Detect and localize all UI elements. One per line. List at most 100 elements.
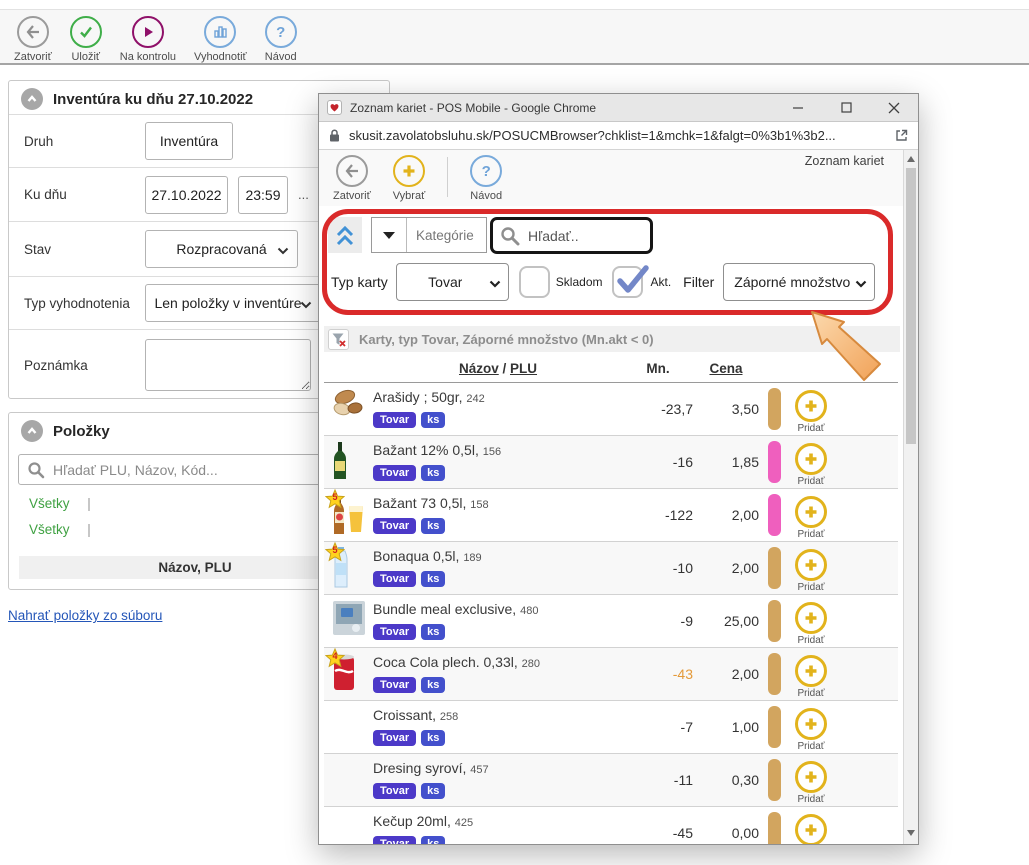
page-title: Inventúra ku dňu 27.10.2022: [53, 91, 253, 108]
plus-icon: [795, 708, 827, 740]
save-button[interactable]: Uložiť: [70, 16, 102, 63]
product-image: [332, 759, 368, 801]
items-panel-title: Položky: [53, 423, 110, 440]
badge-tovar: Tovar: [373, 412, 416, 428]
badge-ks: ks: [421, 571, 445, 587]
card-row: Dresing syroví, 457 Tovarks -11 0,30 Pri…: [324, 754, 898, 807]
stock-level-bar: [768, 547, 781, 589]
date-more-button[interactable]: ...: [298, 187, 309, 202]
address-bar[interactable]: skusit.zavolatobsluhu.sk/POSUCMBrowser?c…: [319, 122, 918, 150]
collapse-filters-button[interactable]: [328, 217, 362, 253]
plus-icon: [795, 549, 827, 581]
open-in-new-icon[interactable]: [895, 129, 908, 142]
card-badges: Tovarks: [373, 412, 623, 428]
url-text: skusit.zavolatobsluhu.sk/POSUCMBrowser?c…: [349, 128, 895, 143]
load-items-from-file-link[interactable]: Nahrať položky zo súboru: [8, 608, 162, 623]
stock-level-bar: [768, 812, 781, 844]
help-button[interactable]: ? Návod: [265, 16, 297, 63]
typ-vyhodnotenia-select[interactable]: Len položky v inventúre: [145, 284, 321, 322]
cards-search-input[interactable]: [526, 227, 630, 245]
search-icon: [27, 461, 45, 479]
button-label: Na kontrolu: [120, 51, 176, 63]
evaluate-button[interactable]: Vyhodnotiť: [194, 16, 247, 63]
collapse-panel-icon[interactable]: [21, 420, 43, 442]
collapse-panel-icon[interactable]: [21, 88, 43, 110]
popup-window-title: Zoznam kariet - POS Mobile - Google Chro…: [350, 101, 774, 115]
add-label: Pridať: [797, 582, 824, 593]
add-card-button[interactable]: Pridať: [781, 542, 841, 594]
add-card-button[interactable]: Pridať: [781, 436, 841, 488]
stock-checkbox[interactable]: [519, 266, 550, 298]
popup-close-button[interactable]: Zatvoriť: [333, 155, 371, 202]
field-label-typ: Typ vyhodnotenia: [24, 296, 145, 311]
quantity-filter-select[interactable]: Záporné množstvo: [723, 263, 875, 301]
add-label: Pridať: [797, 688, 824, 699]
poznamka-textarea[interactable]: [145, 339, 311, 391]
sort-name-link[interactable]: Názov: [459, 361, 499, 376]
stock-label: Skladom: [556, 275, 603, 289]
popup-scrollbar[interactable]: [903, 150, 918, 844]
add-card-button[interactable]: Pridať: [781, 648, 841, 700]
scroll-up-arrow-icon[interactable]: [907, 156, 915, 162]
vsetky-link[interactable]: Všetky: [29, 496, 70, 511]
popup-select-button[interactable]: Vybrať: [393, 155, 425, 202]
badge-ks: ks: [421, 518, 445, 534]
time-input[interactable]: [238, 176, 288, 214]
popup-help-button[interactable]: ? Návod: [470, 155, 502, 202]
search-icon: [500, 226, 520, 246]
app-window: Zatvoriť Uložiť Na kontrolu Vyhodnotiť ?…: [0, 0, 1029, 865]
filter-funnel-icon[interactable]: [328, 329, 349, 350]
card-row: Bažant 12% 0,5l, 156 Tovarks -16 1,85 Pr…: [324, 436, 898, 489]
card-badges: Tovarks: [373, 518, 623, 534]
star-badge: 5: [325, 542, 345, 562]
maximize-button[interactable]: [822, 94, 870, 121]
popup-titlebar[interactable]: Zoznam kariet - POS Mobile - Google Chro…: [319, 94, 918, 122]
badge-ks: ks: [421, 783, 445, 799]
add-label: Pridať: [797, 529, 824, 540]
card-price: 0,00: [693, 825, 759, 841]
scrollbar-thumb[interactable]: [906, 168, 916, 444]
typ-value: Len položky v inventúre: [154, 295, 301, 311]
lock-icon: [329, 129, 340, 142]
card-badges: Tovarks: [373, 783, 623, 799]
category-dropdown[interactable]: Kategórie: [371, 217, 487, 253]
badge-tovar: Tovar: [373, 624, 416, 640]
cards-search-box[interactable]: [490, 217, 653, 254]
druh-input[interactable]: [145, 122, 233, 160]
date-input[interactable]: [145, 176, 228, 214]
dropdown-arrow-icon[interactable]: [372, 232, 406, 239]
stock-level-bar: [768, 706, 781, 748]
stav-select[interactable]: Rozpracovaná: [145, 230, 298, 268]
button-label: Uložiť: [71, 51, 100, 63]
button-label: Vyhodnotiť: [194, 51, 247, 63]
card-quantity: -122: [623, 507, 693, 523]
popup-window: Zoznam kariet - POS Mobile - Google Chro…: [318, 93, 919, 845]
card-price: 3,50: [693, 401, 759, 417]
sort-by-name-header: Názov / PLU: [373, 361, 623, 376]
question-icon: ?: [470, 155, 502, 187]
sort-plu-link[interactable]: PLU: [510, 361, 537, 376]
add-card-button[interactable]: Pridať: [781, 701, 841, 753]
card-row: Kečup 20ml, 425 Tovarks -45 0,00 Pridať: [324, 807, 898, 844]
card-type-select[interactable]: Tovar: [396, 263, 509, 301]
close-window-button[interactable]: [870, 94, 918, 121]
badge-tovar: Tovar: [373, 783, 416, 799]
button-label: Zatvoriť: [14, 51, 52, 63]
vsetky-link[interactable]: Všetky: [29, 522, 70, 537]
card-badges: Tovarks: [373, 836, 623, 844]
to-review-button[interactable]: Na kontrolu: [120, 16, 176, 63]
scroll-down-arrow-icon[interactable]: [907, 830, 915, 836]
active-checkbox[interactable]: [612, 266, 643, 298]
toolbar-divider: [447, 157, 448, 197]
add-card-button[interactable]: Pridať: [781, 595, 841, 647]
button-label: Návod: [470, 190, 502, 202]
close-button[interactable]: Zatvoriť: [14, 16, 52, 63]
badge-tovar: Tovar: [373, 677, 416, 693]
add-card-button[interactable]: Pridať: [781, 383, 841, 435]
add-card-button[interactable]: Pridať: [781, 754, 841, 806]
add-label: Pridať: [797, 635, 824, 646]
add-card-button[interactable]: Pridať: [781, 489, 841, 541]
minimize-button[interactable]: [774, 94, 822, 121]
add-card-button[interactable]: Pridať: [781, 807, 841, 844]
sort-price-link[interactable]: Cena: [693, 361, 759, 376]
